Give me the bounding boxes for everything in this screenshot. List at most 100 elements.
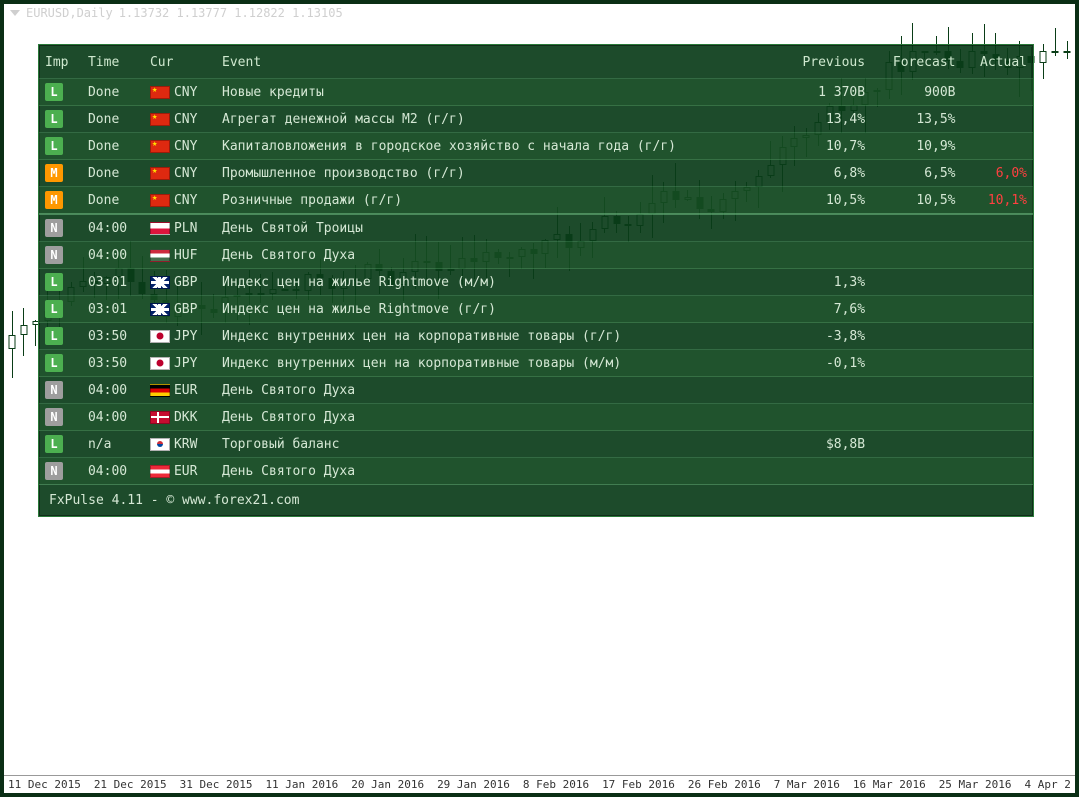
table-row[interactable]: N04:00HUFДень Святого Духа <box>39 242 1033 269</box>
cell-forecast <box>871 269 961 296</box>
cell-previous: -0,1% <box>781 350 871 377</box>
cell-actual <box>962 350 1034 377</box>
cell-cur: CNY <box>144 187 216 215</box>
table-row[interactable]: L03:50JPYИндекс внутренних цен на корпор… <box>39 323 1033 350</box>
cell-actual <box>962 296 1034 323</box>
table-row[interactable]: MDoneCNYРозничные продажи (г/г)10,5%10,5… <box>39 187 1033 215</box>
cell-time: 04:00 <box>82 242 144 269</box>
cell-forecast <box>871 350 961 377</box>
cell-cur: CNY <box>144 79 216 106</box>
cell-time: 03:01 <box>82 269 144 296</box>
x-tick: 17 Feb 2016 <box>602 778 675 793</box>
cell-actual: 10,1% <box>962 187 1034 215</box>
flag-icon <box>150 167 170 180</box>
impact-badge: N <box>45 408 63 426</box>
flag-icon <box>150 384 170 397</box>
cell-event: День Святой Троицы <box>216 214 781 242</box>
cell-forecast <box>871 323 961 350</box>
cell-time: 03:50 <box>82 323 144 350</box>
cell-previous: 10,5% <box>781 187 871 215</box>
cell-actual <box>962 79 1034 106</box>
cell-time: 03:01 <box>82 296 144 323</box>
flag-icon <box>150 222 170 235</box>
cell-forecast <box>871 404 961 431</box>
news-table: Imp Time Cur Event Previous Forecast Act… <box>39 51 1033 484</box>
impact-badge: L <box>45 300 63 318</box>
cell-event: Индекс цен на жилье Rightmove (г/г) <box>216 296 781 323</box>
cell-cur: CNY <box>144 133 216 160</box>
x-tick: 16 Mar 2016 <box>853 778 926 793</box>
impact-badge: N <box>45 381 63 399</box>
cell-time: Done <box>82 160 144 187</box>
cell-previous <box>781 242 871 269</box>
col-event: Event <box>216 51 781 79</box>
cell-event: День Святого Духа <box>216 404 781 431</box>
cell-time: n/a <box>82 431 144 458</box>
cell-previous <box>781 458 871 485</box>
table-row[interactable]: L03:01GBPИндекс цен на жилье Rightmove (… <box>39 296 1033 323</box>
cell-event: Агрегат денежной массы M2 (г/г) <box>216 106 781 133</box>
chart-header[interactable]: EURUSD,Daily 1.13732 1.13777 1.12822 1.1… <box>10 6 343 20</box>
cell-event: День Святого Духа <box>216 377 781 404</box>
news-panel[interactable]: Imp Time Cur Event Previous Forecast Act… <box>38 44 1034 517</box>
cell-cur: EUR <box>144 377 216 404</box>
cell-actual <box>962 106 1034 133</box>
table-row[interactable]: N04:00DKKДень Святого Духа <box>39 404 1033 431</box>
cell-previous: 10,7% <box>781 133 871 160</box>
cell-event: День Святого Духа <box>216 242 781 269</box>
cell-time: Done <box>82 106 144 133</box>
col-previous: Previous <box>781 51 871 79</box>
x-tick: 29 Jan 2016 <box>437 778 510 793</box>
x-tick: 25 Mar 2016 <box>939 778 1012 793</box>
table-row[interactable]: LDoneCNYАгрегат денежной массы M2 (г/г)1… <box>39 106 1033 133</box>
chart-ohlc: 1.13732 1.13777 1.12822 1.13105 <box>119 6 343 20</box>
chevron-down-icon[interactable] <box>10 10 20 16</box>
impact-badge: M <box>45 164 63 182</box>
chart-symbol: EURUSD,Daily <box>26 6 113 20</box>
cell-actual <box>962 214 1034 242</box>
cell-actual: 6,0% <box>962 160 1034 187</box>
flag-icon <box>150 194 170 207</box>
table-row[interactable]: N04:00EURДень Святого Духа <box>39 377 1033 404</box>
table-row[interactable]: LDoneCNYКапиталовложения в городское хоз… <box>39 133 1033 160</box>
panel-footer: FxPulse 4.11 - © www.forex21.com <box>39 484 1033 516</box>
flag-icon <box>150 113 170 126</box>
cell-time: Done <box>82 187 144 215</box>
cell-event: День Святого Духа <box>216 458 781 485</box>
cell-event: Индекс внутренних цен на корпоративные т… <box>216 350 781 377</box>
cell-previous: 1,3% <box>781 269 871 296</box>
cell-previous: 13,4% <box>781 106 871 133</box>
cell-time: Done <box>82 133 144 160</box>
x-tick: 26 Feb 2016 <box>688 778 761 793</box>
flag-icon <box>150 465 170 478</box>
cell-forecast <box>871 214 961 242</box>
impact-badge: L <box>45 137 63 155</box>
table-row[interactable]: LDoneCNYНовые кредиты1 370B900B <box>39 79 1033 106</box>
cell-cur: JPY <box>144 323 216 350</box>
cell-actual <box>962 133 1034 160</box>
cell-time: 03:50 <box>82 350 144 377</box>
table-row[interactable]: L03:01GBPИндекс цен на жилье Rightmove (… <box>39 269 1033 296</box>
cell-cur: JPY <box>144 350 216 377</box>
cell-time: 04:00 <box>82 458 144 485</box>
cell-event: Промышленное производство (г/г) <box>216 160 781 187</box>
cell-event: Индекс внутренних цен на корпоративные т… <box>216 323 781 350</box>
cell-forecast <box>871 431 961 458</box>
table-row[interactable]: L03:50JPYИндекс внутренних цен на корпор… <box>39 350 1033 377</box>
cell-cur: CNY <box>144 106 216 133</box>
table-header-row: Imp Time Cur Event Previous Forecast Act… <box>39 51 1033 79</box>
cell-time: Done <box>82 79 144 106</box>
table-row[interactable]: N04:00PLNДень Святой Троицы <box>39 214 1033 242</box>
impact-badge: L <box>45 273 63 291</box>
table-row[interactable]: N04:00EURДень Святого Духа <box>39 458 1033 485</box>
col-forecast: Forecast <box>871 51 961 79</box>
flag-icon <box>150 249 170 262</box>
cell-previous: -3,8% <box>781 323 871 350</box>
cell-forecast <box>871 242 961 269</box>
flag-icon <box>150 411 170 424</box>
table-row[interactable]: Ln/aKRWТорговый баланс$8,8B <box>39 431 1033 458</box>
x-axis: 11 Dec 201521 Dec 201531 Dec 201511 Jan … <box>4 775 1075 793</box>
flag-icon <box>150 330 170 343</box>
table-row[interactable]: MDoneCNYПромышленное производство (г/г)6… <box>39 160 1033 187</box>
impact-badge: N <box>45 219 63 237</box>
